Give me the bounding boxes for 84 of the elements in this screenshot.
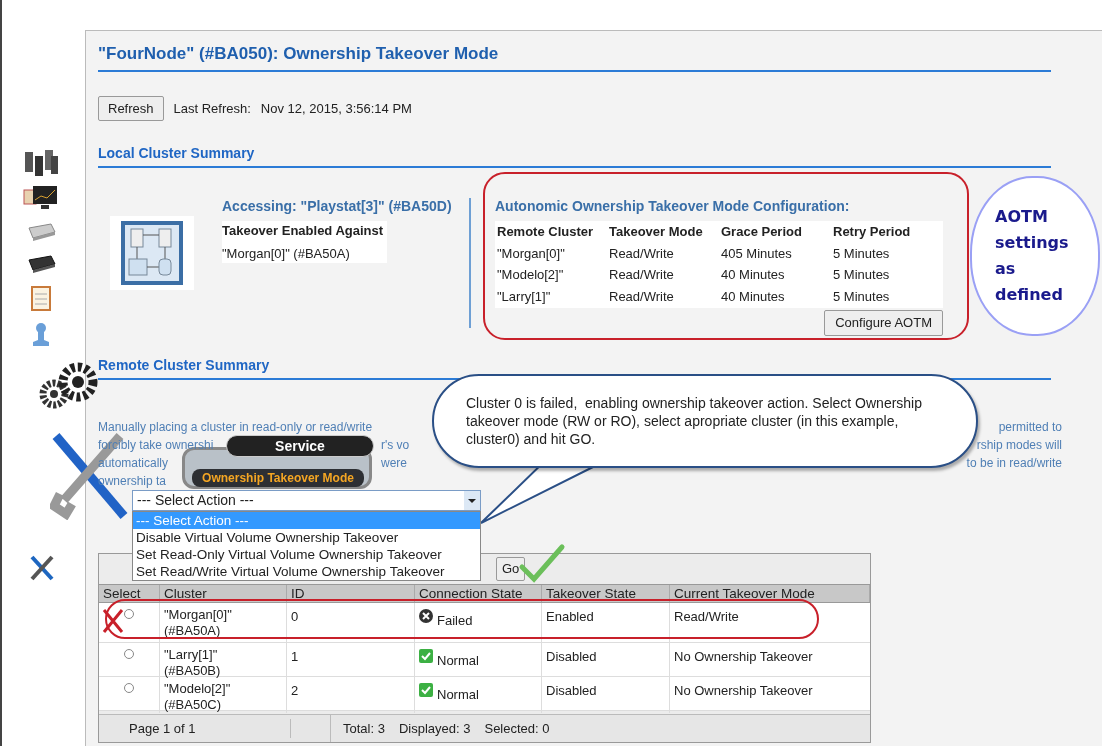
column-header[interactable]: Connection State [415,585,542,602]
monitor-chart-icon[interactable] [23,184,59,212]
page-indicator: Page 1 of 1 [99,718,291,739]
table-cell-text: 405 Minutes [720,244,793,263]
table-cell-text: 5 Minutes [832,244,891,263]
radio-button[interactable] [124,609,134,619]
cross-mark-icon [101,607,125,635]
action-select[interactable]: --- Select Action --- [132,490,481,511]
section-heading: Remote Cluster Summary [98,357,270,373]
displayed-count: Displayed: 3 [398,719,471,738]
table-cell-text: "Morgan[0]" [496,244,566,263]
check-icon [419,683,433,697]
page-title: "FourNode" (#BA050): Ownership Takeover Mode [98,44,499,63]
selected-count: Selected: 0 [484,719,550,738]
tools-icon[interactable] [28,553,56,583]
description-text: were [381,455,407,472]
table-cell: Disabled [546,649,597,664]
radio-button[interactable] [124,683,134,693]
dropdown-option[interactable]: Set Read-Only Virtual Volume Ownership Takeover [133,546,480,563]
annotation-note: AOTM settings as defined [995,206,1070,306]
table-cell-text: "Modelo[2]" [496,266,565,284]
callout-text: Cluster 0 is failed, enabling ownership takeover action. Select Ownership takeover mode (RW or RO), select apropriate cluster (in this example, cluster0) and hit GO. [466,394,924,448]
section-heading: Local Cluster Summary [98,145,255,161]
column-header[interactable]: ID [287,585,415,602]
table-cell-text: Read/Write [608,266,675,284]
table-cell-text: Read/Write [608,244,675,263]
total-count: Total: 3 [343,719,385,738]
notepad-icon[interactable] [29,284,53,312]
last-refresh-time: Nov 12, 2015, 3:56:14 PM [260,99,412,118]
go-button[interactable]: Go [496,557,526,581]
table-cell: No Ownership Takeover [674,683,813,698]
description-text: r's vo [381,437,410,454]
description-text: rship modes will [976,437,1062,454]
column-header: Remote Cluster [496,223,595,241]
refresh-button[interactable]: Refresh [98,95,164,121]
table-cell-text: "Modelo[2]" (#BA50C) [164,681,232,713]
table-cell: 2 [291,683,299,698]
radio-button[interactable] [124,649,134,659]
table-cell-text: 5 Minutes [832,287,891,306]
accessing-cluster-title: Accessing: "Playstat[3]" (#BA50D) [222,197,453,216]
table-cell-text: "Larry[1]" [496,287,552,306]
error-icon [419,609,433,623]
description-text: permitted to [998,419,1062,436]
table-cell: Enabled [546,609,594,624]
column-header[interactable]: Cluster [160,585,287,602]
checkmark-icon [518,543,566,585]
table-cell: Disabled [546,683,597,698]
check-icon [419,649,433,663]
cluster-name: "Morgan[0]" (#BA50A) [222,244,351,263]
column-header[interactable]: Current Takeover Mode [670,585,870,602]
table-cell-text: "Morgan[0]" (#BA50A) [164,607,233,639]
table-cell-text: 40 Minutes [720,266,786,284]
table-cell-text: "Larry[1]" (#BA50B) [164,647,222,679]
dropdown-option[interactable]: Set Read/Write Virtual Volume Ownership Takeover [133,563,480,580]
table-cell: 1 [291,649,299,664]
description-text: forcibly take ownershi [98,438,214,452]
description-text: Manually placing a cluster in read-only or read/write [98,420,373,434]
status-text: Normal [437,652,479,670]
description-text: ownership ta [98,474,167,488]
table-cell: Read/Write [674,609,739,624]
table-cell-text: 40 Minutes [720,287,786,306]
column-header: Takeover Mode [608,223,704,241]
table-cell: No Ownership Takeover [674,649,813,664]
column-header: Retry Period [832,223,912,241]
column-header[interactable]: Takeover State [542,585,670,602]
status-text: Failed [437,612,473,630]
description-text: automatically [98,456,169,470]
column-header: Grace Period [720,223,803,241]
section-title: Autonomic Ownership Takeover Mode Configuration: [495,197,851,216]
table-cell: 0 [291,609,299,624]
menu-item[interactable]: Ownership Takeover Mode [192,469,364,487]
table-cell-text: 5 Minutes [832,266,891,284]
table-cell-text: Read/Write [608,287,675,306]
cluster-diagram-icon [121,221,183,285]
drive-icon[interactable] [25,252,57,276]
column-header[interactable]: Select [99,585,160,602]
configure-aotm-button[interactable]: Configure AOTM [824,310,943,336]
service-menu-title: Service [226,435,374,457]
server-rack-icon[interactable] [23,148,59,176]
last-refresh-label: Last Refresh: [173,99,251,118]
description-text: to be in read/write [966,455,1062,472]
status-text: Normal [437,686,479,704]
column-header: Takeover Enabled Against [222,222,384,240]
dropdown-option[interactable]: Disable Virtual Volume Ownership Takeover [133,529,480,546]
